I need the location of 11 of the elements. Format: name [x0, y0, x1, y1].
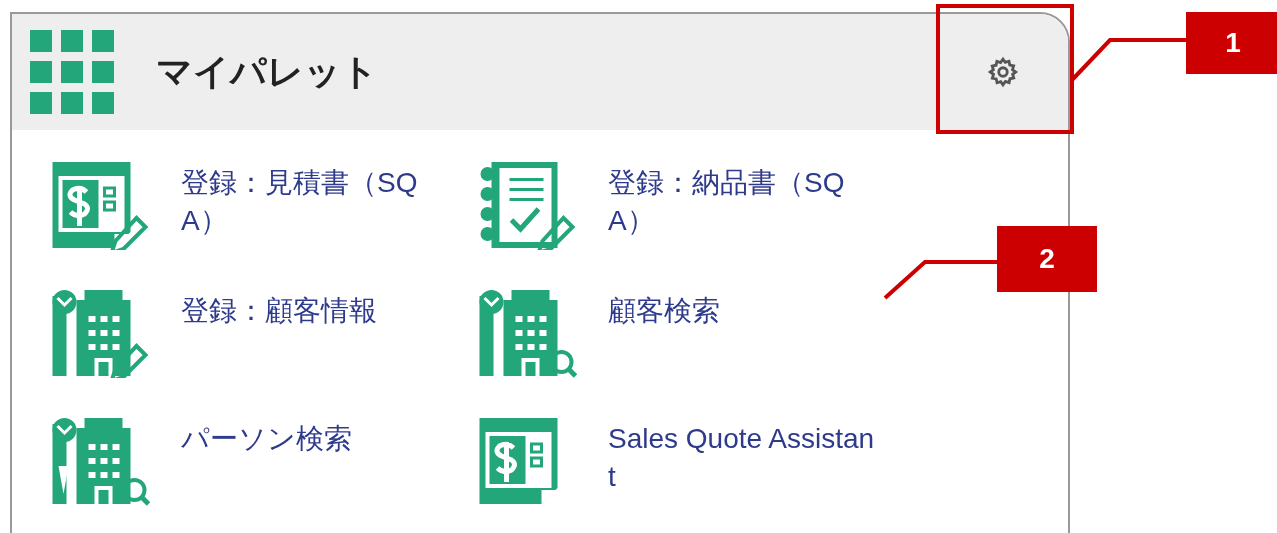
palette-link[interactable]: 登録：納品書（SQA） [608, 164, 878, 240]
callout-badge: 2 [997, 226, 1097, 292]
palette-link[interactable]: 登録：顧客情報 [181, 292, 451, 330]
apps-grid-icon [30, 30, 114, 114]
palette-link[interactable]: 登録：見積書（SQA） [181, 164, 451, 240]
palette-link[interactable]: Sales Quote Assistant [608, 420, 878, 496]
palette-link[interactable]: 顧客検索 [608, 292, 878, 330]
panel-title: マイパレット [156, 49, 378, 94]
palette-link[interactable]: パーソン検索 [181, 420, 451, 458]
settings-icon [986, 55, 1020, 89]
callout-badge: 1 [1186, 12, 1277, 74]
